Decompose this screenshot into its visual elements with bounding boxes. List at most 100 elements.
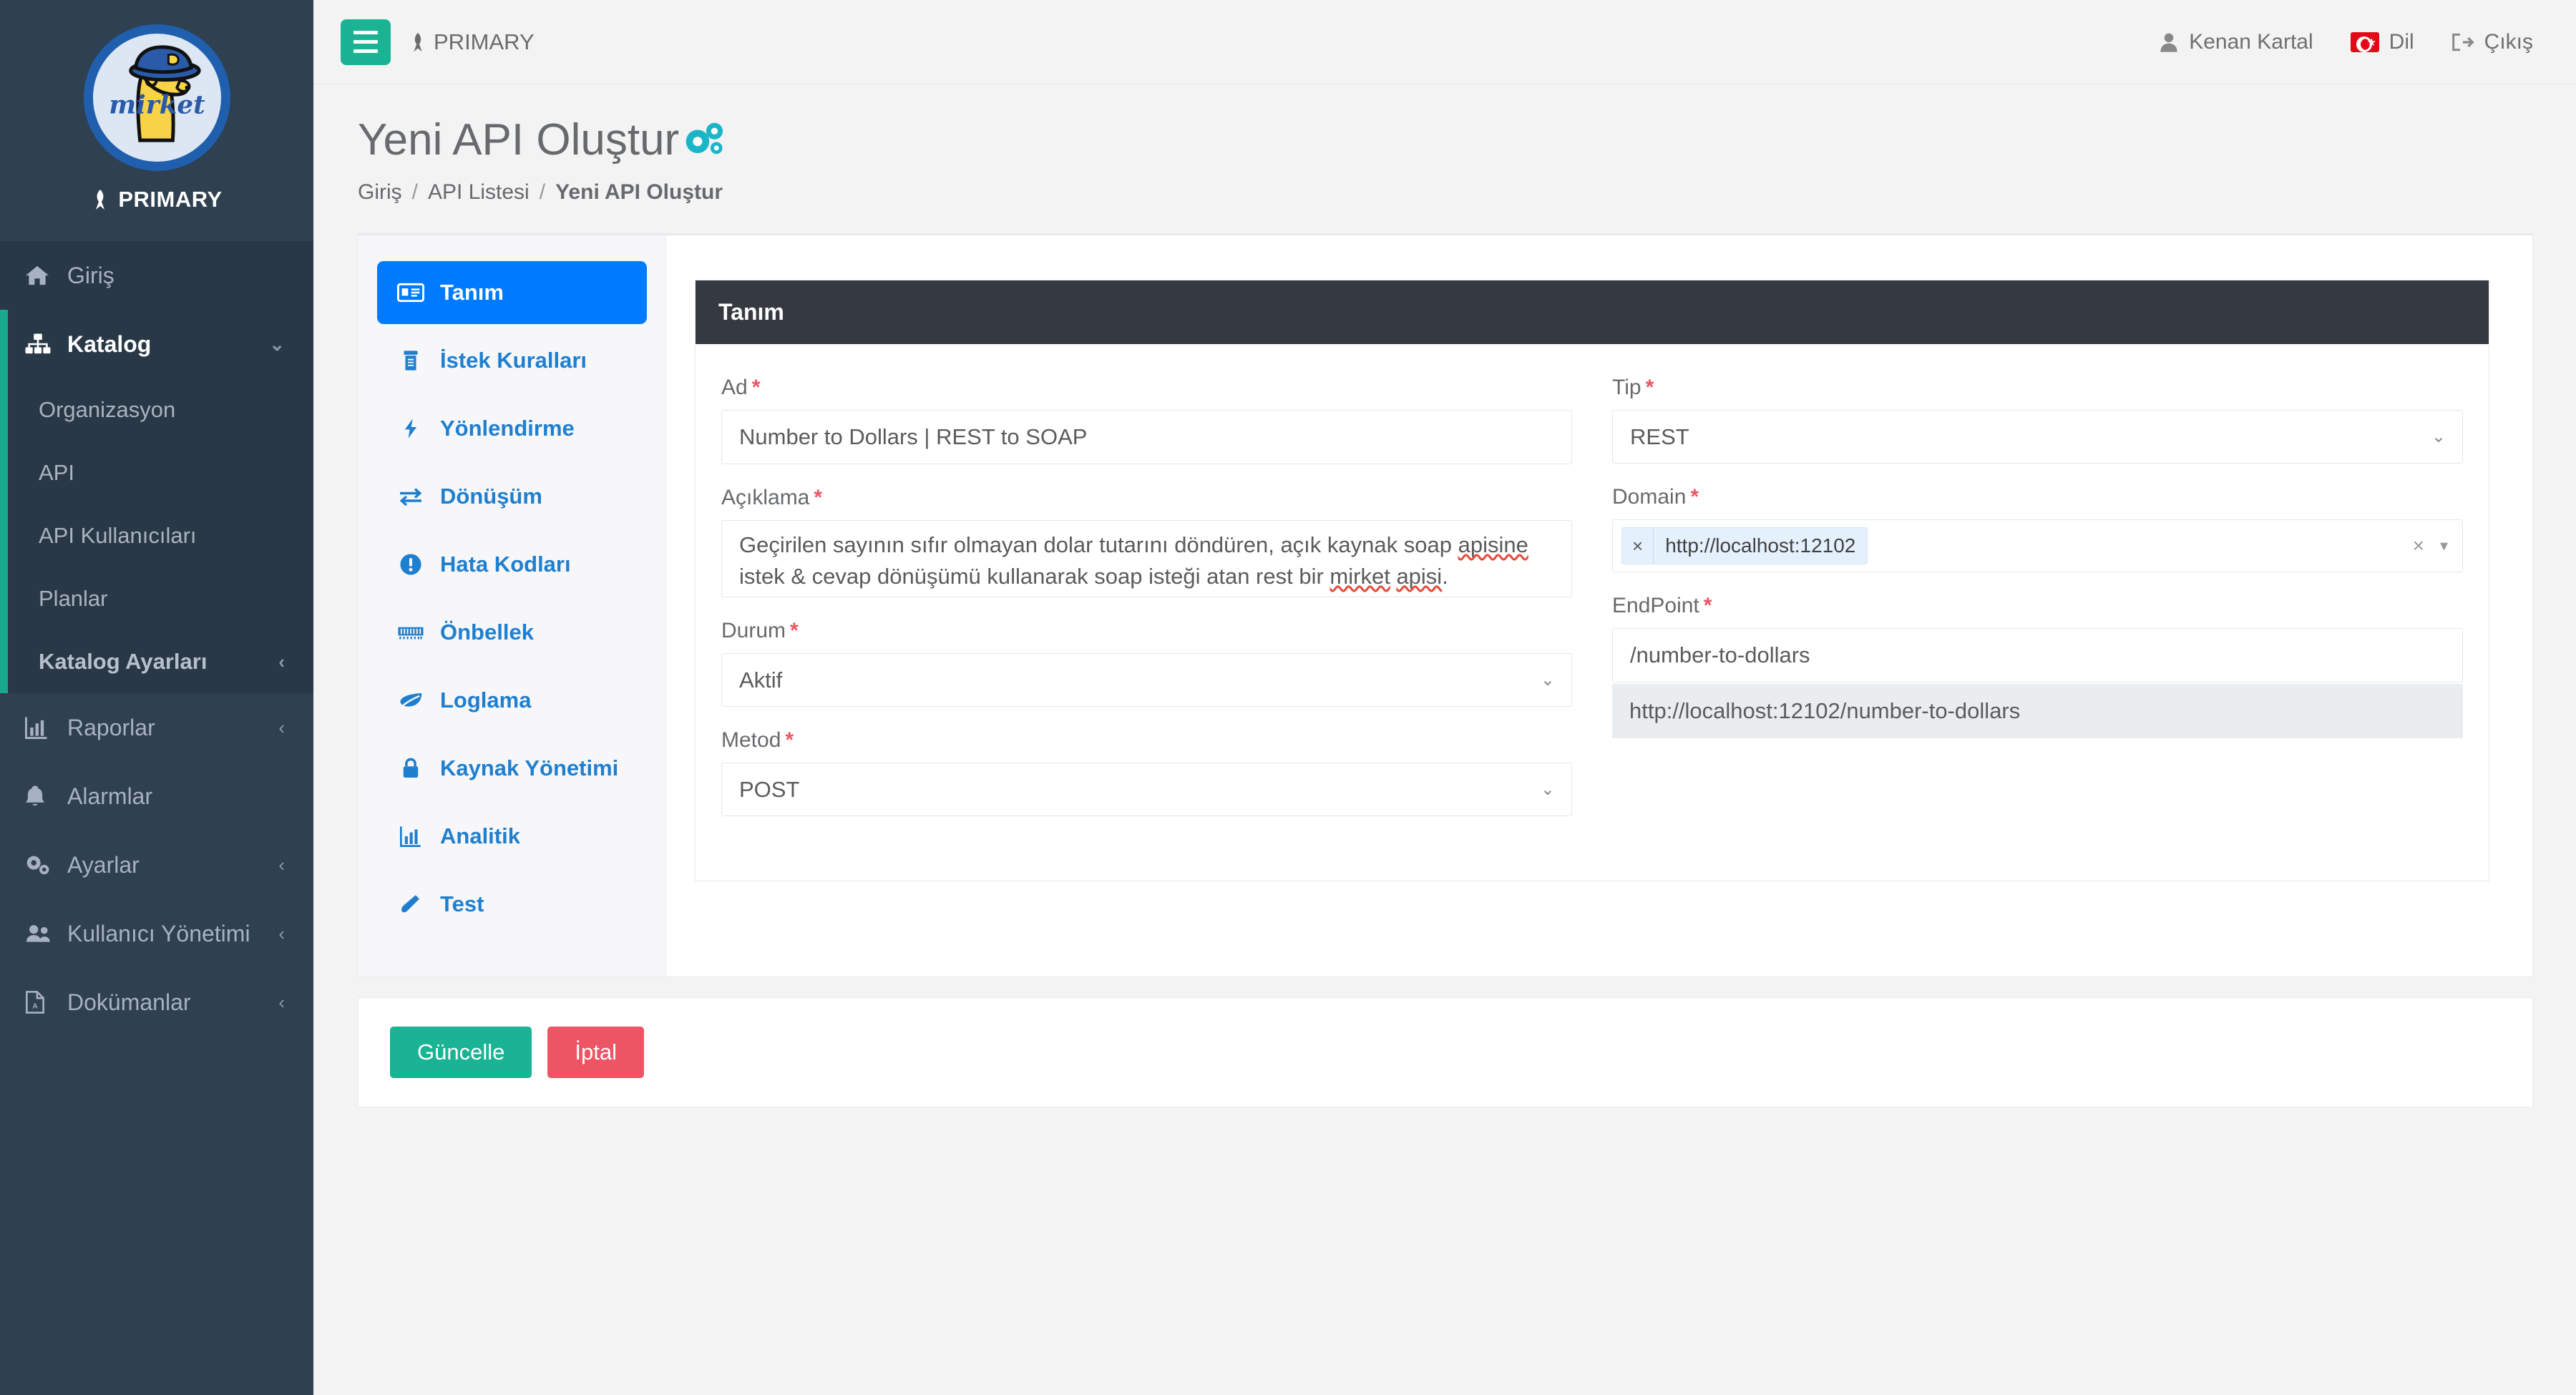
endpoint-input[interactable] xyxy=(1612,628,2463,683)
hamburger-bar xyxy=(353,31,378,34)
sidebar-item-katalog-ayarlari[interactable]: Katalog Ayarları ‹ xyxy=(0,630,313,693)
tab-analitik[interactable]: Analitik xyxy=(377,805,647,868)
breadcrumb-separator: / xyxy=(411,180,418,205)
sidebar-item-api-kullanicilari[interactable]: API Kullanıcıları xyxy=(0,504,313,567)
sidebar-item-label: Katalog Ayarları xyxy=(39,649,208,674)
domain-multiselect[interactable]: × http://localhost:12102 × ▾ xyxy=(1612,519,2463,573)
chevron-left-icon[interactable]: ‹ xyxy=(278,924,285,943)
durum-label-text: Durum xyxy=(721,619,786,643)
sidebar-item-raporlar[interactable]: Raporlar ‹ xyxy=(0,693,313,762)
hamburger-icon[interactable] xyxy=(341,19,391,65)
panel-title: Tanım xyxy=(696,280,2489,345)
aciklama-text-a: Geçirilen sayının sıfır olmayan dolar tu… xyxy=(739,532,1458,558)
endpoint-label: EndPoint * xyxy=(1612,594,2463,618)
language-selector[interactable]: Dil xyxy=(2350,30,2414,54)
tab-label: İstek Kuralları xyxy=(440,348,587,373)
form-column-left: Ad* Açıklama* Geçirilen sayının sıfır ol… xyxy=(721,376,1572,838)
sidebar: mirket PRIMARY Giriş Katalog ⌄ Organizas… xyxy=(0,0,313,1395)
home-icon xyxy=(24,264,57,287)
meerkat-logo-icon: mirket xyxy=(109,45,205,142)
sidebar-item-katalog[interactable]: Katalog ⌄ xyxy=(0,310,313,378)
logout-button[interactable]: Çıkış xyxy=(2451,30,2533,54)
sidebar-item-alarmlar[interactable]: Alarmlar xyxy=(0,762,313,831)
sidebar-item-giris[interactable]: Giriş xyxy=(0,241,313,310)
tab-list: Tanım İstek Kuralları Yönlendirme Dönüşü… xyxy=(358,235,666,977)
clear-icon[interactable]: × xyxy=(2413,534,2424,557)
prescription-bottle-icon xyxy=(396,350,426,371)
remove-tag-icon[interactable]: × xyxy=(1622,528,1654,564)
exclamation-circle-icon xyxy=(396,553,426,576)
sidebar-brand-text: PRIMARY xyxy=(118,187,223,212)
domain-controls: × ▾ xyxy=(2413,534,2454,557)
chevron-left-icon[interactable]: ‹ xyxy=(278,718,285,737)
breadcrumb: Giriş / API Listesi / Yeni API Oluştur xyxy=(358,180,2533,205)
chevron-left-icon[interactable]: ‹ xyxy=(278,856,285,874)
durum-select[interactable]: Aktif xyxy=(721,653,1572,708)
leaf-icon xyxy=(396,691,426,710)
aciklama-misspelled-apisine: apisine xyxy=(1458,532,1528,558)
sidebar-item-dokumanlar[interactable]: A Dokümanlar ‹ xyxy=(0,968,313,1037)
ad-label-text: Ad xyxy=(721,376,748,400)
domain-label-text: Domain xyxy=(1612,485,1687,509)
page-title: Yeni API Oluştur xyxy=(358,115,2533,165)
tip-label: Tip * xyxy=(1612,376,2463,400)
required-marker: * xyxy=(1645,376,1654,400)
sidebar-item-planlar[interactable]: Planlar xyxy=(0,567,313,630)
chart-bar-icon xyxy=(24,716,57,739)
sidebar-brand-label: PRIMARY xyxy=(0,187,313,212)
tip-select-wrap: REST ⌄ xyxy=(1612,410,2463,464)
field-durum: Durum * Aktif ⌄ xyxy=(721,619,1572,708)
field-domain: Domain * × http://localhost:12102 × ▾ xyxy=(1612,485,2463,573)
tab-yonlendirme[interactable]: Yönlendirme xyxy=(377,397,647,460)
save-button[interactable]: Güncelle xyxy=(390,1027,532,1079)
topbar-brand-label: PRIMARY xyxy=(434,29,535,54)
turkish-flag-icon xyxy=(2350,31,2379,53)
domain-tag: × http://localhost:12102 xyxy=(1621,527,1868,565)
tip-select[interactable]: REST xyxy=(1612,410,2463,464)
api-form-card: Tanım İstek Kuralları Yönlendirme Dönüşü… xyxy=(358,233,2533,978)
required-marker: * xyxy=(790,619,799,643)
sidebar-item-label: Alarmlar xyxy=(67,783,153,809)
domain-tag-label: http://localhost:12102 xyxy=(1665,534,1856,557)
metod-select[interactable]: POST xyxy=(721,763,1572,817)
tab-label: Dönüşüm xyxy=(440,484,542,509)
aciklama-text-c: istek xyxy=(739,564,785,589)
required-marker: * xyxy=(1690,485,1699,509)
durum-select-wrap: Aktif ⌄ xyxy=(721,653,1572,708)
sidebar-item-organizasyon[interactable]: Organizasyon xyxy=(0,378,313,441)
cancel-button[interactable]: İptal xyxy=(547,1027,644,1079)
tab-label: Yönlendirme xyxy=(440,416,575,441)
tab-kaynak-yonetimi[interactable]: Kaynak Yönetimi xyxy=(377,737,647,800)
chevron-left-icon[interactable]: ‹ xyxy=(278,652,285,671)
sidebar-item-label: Organizasyon xyxy=(39,397,176,422)
breadcrumb-item-giris[interactable]: Giriş xyxy=(358,180,402,205)
chevron-down-icon[interactable]: ⌄ xyxy=(269,335,285,353)
tab-test[interactable]: Test xyxy=(377,873,647,936)
domain-label: Domain * xyxy=(1612,485,2463,509)
sidebar-item-label: API Kullanıcıları xyxy=(39,523,197,548)
users-icon xyxy=(24,922,57,945)
ribbon-icon xyxy=(414,32,422,52)
user-menu[interactable]: Kenan Kartal xyxy=(2159,30,2313,54)
metod-label: Metod * xyxy=(721,728,1572,753)
tab-onbellek[interactable]: Önbellek xyxy=(377,601,647,664)
tab-tanim[interactable]: Tanım xyxy=(377,261,647,325)
sidebar-item-ayarlar[interactable]: Ayarlar ‹ xyxy=(0,831,313,899)
breadcrumb-item-api-listesi[interactable]: API Listesi xyxy=(428,180,530,205)
chevron-down-icon[interactable]: ▾ xyxy=(2440,537,2448,555)
chevron-left-icon[interactable]: ‹ xyxy=(278,993,285,1012)
tab-istek-kurallari[interactable]: İstek Kuralları xyxy=(377,329,647,392)
aciklama-textarea[interactable]: Geçirilen sayının sıfır olmayan dolar tu… xyxy=(721,520,1572,598)
form-actions: Güncelle İptal xyxy=(358,997,2533,1108)
tab-donusum[interactable]: Dönüşüm xyxy=(377,465,647,528)
ad-input[interactable] xyxy=(721,410,1572,465)
required-marker: * xyxy=(751,376,761,400)
app-root: mirket PRIMARY Giriş Katalog ⌄ Organizas… xyxy=(0,0,2576,1395)
tab-loglama[interactable]: Loglama xyxy=(377,669,647,732)
aciklama-period: . xyxy=(1442,564,1448,589)
sidebar-item-kullanici-yonetimi[interactable]: Kullanıcı Yönetimi ‹ xyxy=(0,899,313,968)
sidebar-item-api[interactable]: API xyxy=(0,441,313,504)
logout-icon xyxy=(2451,33,2474,51)
tab-hata-kodlari[interactable]: Hata Kodları xyxy=(377,533,647,596)
aciklama-label: Açıklama * xyxy=(721,486,1572,510)
